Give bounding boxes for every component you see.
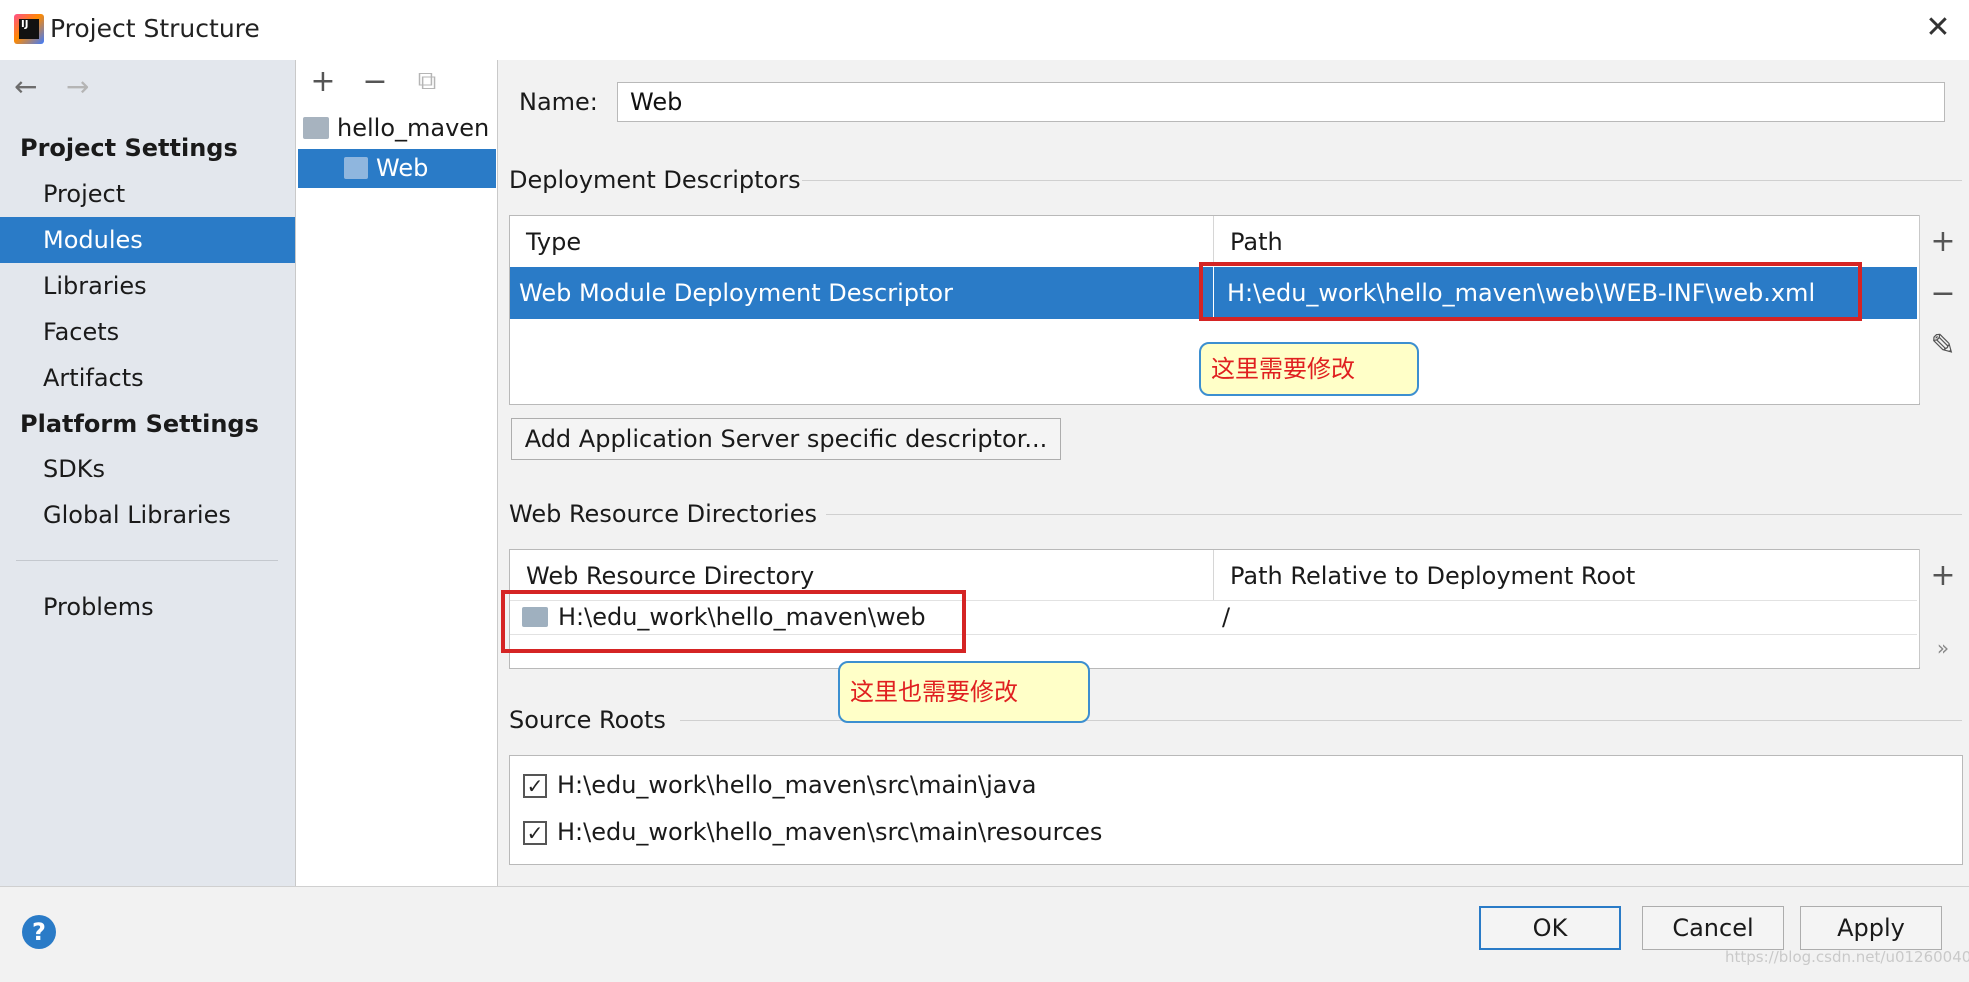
sidebar-item-modules[interactable]: Modules: [0, 217, 295, 263]
module-folder-icon: [303, 117, 329, 139]
add-server-descriptor-button[interactable]: Add Application Server specific descript…: [511, 418, 1061, 460]
name-field[interactable]: [617, 82, 1945, 122]
tree-node-web-label: Web: [376, 154, 429, 182]
sidebar-divider: [16, 560, 278, 561]
ok-button[interactable]: OK: [1479, 906, 1621, 950]
cancel-button[interactable]: Cancel: [1642, 906, 1784, 950]
sidebar-item-project[interactable]: Project: [0, 171, 295, 217]
window-title: Project Structure: [50, 14, 260, 43]
source-root-path: H:\edu_work\hello_maven\src\main\java: [557, 771, 1037, 799]
annotation-note-1: 这里需要修改: [1199, 342, 1419, 396]
tree-node-hello-maven[interactable]: hello_maven: [337, 109, 489, 147]
add-icon[interactable]: +: [308, 64, 338, 99]
section-divider: [826, 514, 1962, 515]
column-header-path[interactable]: Path: [1230, 228, 1283, 256]
platform-settings-heading: Platform Settings: [20, 410, 259, 438]
sidebar-item-global-libraries[interactable]: Global Libraries: [0, 492, 295, 538]
highlight-box-web-resource: [501, 590, 966, 653]
column-divider: [1213, 550, 1214, 600]
sidebar-item-facets[interactable]: Facets: [0, 309, 295, 355]
add-descriptor-icon[interactable]: +: [1925, 224, 1961, 259]
name-label: Name:: [519, 88, 598, 116]
annotation-note-2: 这里也需要修改: [838, 661, 1090, 723]
sidebar-item-artifacts[interactable]: Artifacts: [0, 355, 295, 401]
intellij-logo-text: IJ: [19, 19, 39, 39]
remove-icon[interactable]: −: [360, 64, 390, 99]
more-actions-icon[interactable]: »: [1925, 636, 1961, 660]
source-root-checkbox[interactable]: ✓: [523, 821, 547, 845]
add-web-resource-icon[interactable]: +: [1925, 558, 1961, 593]
descriptor-type-cell: Web Module Deployment Descriptor: [519, 279, 953, 307]
forward-arrow-icon[interactable]: →: [66, 70, 89, 103]
source-roots-heading: Source Roots: [509, 706, 666, 734]
source-root-path: H:\edu_work\hello_maven\src\main\resourc…: [557, 818, 1103, 846]
deployment-root-cell[interactable]: /: [1222, 603, 1230, 631]
column-header-type[interactable]: Type: [526, 228, 581, 256]
watermark: https://blog.csdn.net/u012600404: [1725, 948, 1969, 966]
deployment-descriptors-heading: Deployment Descriptors: [509, 166, 801, 194]
column-header-web-resource-directory[interactable]: Web Resource Directory: [526, 562, 814, 590]
title-bar: [0, 0, 1969, 61]
web-facet-icon: [344, 157, 368, 179]
section-divider: [802, 180, 1962, 181]
remove-descriptor-icon[interactable]: −: [1925, 276, 1961, 311]
column-header-path-relative[interactable]: Path Relative to Deployment Root: [1230, 562, 1635, 590]
column-divider: [1213, 216, 1214, 266]
highlight-box-descriptor-path: [1199, 262, 1862, 321]
source-root-checkbox[interactable]: ✓: [523, 774, 547, 798]
back-arrow-icon[interactable]: ←: [14, 70, 37, 103]
copy-icon[interactable]: ⧉: [412, 66, 442, 97]
project-settings-heading: Project Settings: [20, 134, 238, 162]
apply-button[interactable]: Apply: [1800, 906, 1942, 950]
edit-descriptor-icon[interactable]: ✎: [1925, 328, 1961, 363]
sidebar-item-libraries[interactable]: Libraries: [0, 263, 295, 309]
sidebar-item-sdks[interactable]: SDKs: [0, 446, 295, 492]
close-icon[interactable]: ✕: [1920, 10, 1956, 46]
sidebar-item-problems[interactable]: Problems: [0, 584, 295, 630]
web-resource-directories-heading: Web Resource Directories: [509, 500, 817, 528]
help-icon[interactable]: ?: [22, 915, 56, 949]
